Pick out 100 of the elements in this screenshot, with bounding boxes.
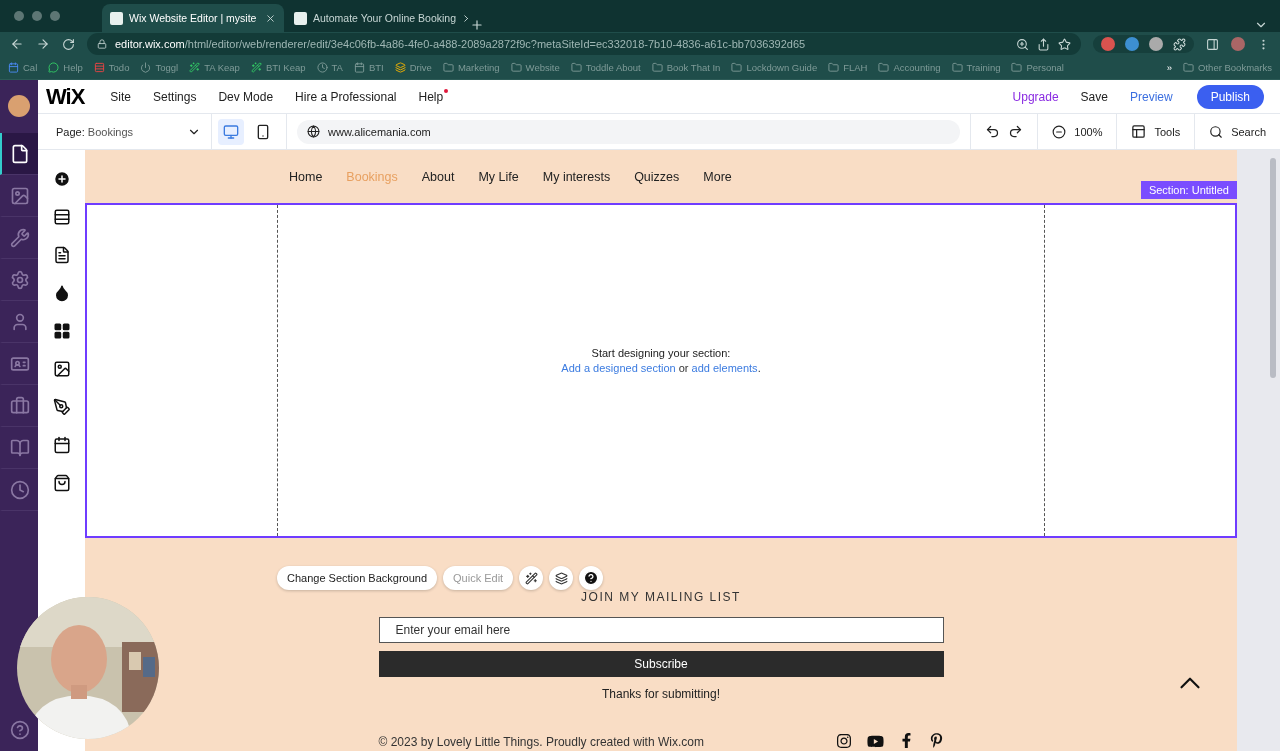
- more-bookmarks[interactable]: »: [1166, 62, 1173, 73]
- search-icon: [1209, 124, 1224, 139]
- bookmark[interactable]: Help: [48, 62, 83, 73]
- wix-logo: WiX: [46, 83, 85, 110]
- share-icon[interactable]: [1037, 37, 1050, 51]
- extension-icon[interactable]: [1125, 37, 1139, 51]
- bookmark[interactable]: Marketing: [442, 62, 500, 73]
- bookmark[interactable]: FLAH: [828, 62, 868, 73]
- bookmark[interactable]: Personal: [1011, 62, 1064, 73]
- publish-button[interactable]: Publish: [1196, 84, 1264, 109]
- browser-tab[interactable]: Automate Your Online Booking: [286, 4, 468, 32]
- zoom-button[interactable]: 100%: [1037, 114, 1117, 149]
- instagram-icon[interactable]: [835, 733, 852, 750]
- lock-icon: [97, 39, 107, 49]
- bookmark-icon: [394, 62, 406, 73]
- globe-icon: [307, 125, 320, 138]
- bookmark[interactable]: Other Bookmarks: [1183, 62, 1272, 73]
- new-tab-icon[interactable]: [470, 18, 484, 32]
- youtube-icon[interactable]: [866, 733, 884, 750]
- bookmark-label: Toggl: [155, 62, 179, 73]
- layers-icon[interactable]: [549, 566, 574, 590]
- bookmark-icon: [8, 62, 19, 73]
- change-background-button[interactable]: Change Section Background: [277, 566, 438, 590]
- bookmark[interactable]: Book That In: [651, 62, 721, 73]
- bookmark[interactable]: Cal: [8, 62, 38, 73]
- bag-icon[interactable]: [52, 474, 71, 492]
- folder-icon: [1183, 62, 1195, 73]
- save-button[interactable]: Save: [1080, 89, 1108, 104]
- pen-icon[interactable]: [52, 398, 71, 416]
- bookmark[interactable]: Training: [951, 62, 1001, 73]
- star-icon[interactable]: [1058, 37, 1071, 51]
- menu-item[interactable]: Help: [418, 89, 444, 104]
- desktop-icon[interactable]: [218, 118, 244, 145]
- empty-hint: Add a designed section or add elements.: [561, 362, 761, 374]
- image-icon[interactable]: [52, 360, 71, 378]
- nav-link[interactable]: Home: [289, 169, 323, 184]
- back-icon[interactable]: [10, 37, 24, 51]
- empty-title: Start designing your section:: [591, 347, 731, 359]
- add-icon[interactable]: [52, 170, 71, 188]
- email-field[interactable]: Enter your email here: [378, 617, 944, 643]
- zoom-icon[interactable]: [1016, 37, 1029, 51]
- bookmark-label: Todo: [108, 62, 130, 73]
- bookmark[interactable]: Toggl: [140, 62, 179, 73]
- nav-link[interactable]: More: [703, 169, 732, 184]
- subscribe-button[interactable]: Subscribe: [378, 651, 944, 677]
- favicon: [294, 11, 307, 25]
- nav-link[interactable]: My Life: [478, 169, 519, 184]
- bookmark-label: Training: [966, 62, 1001, 73]
- avatar[interactable]: [8, 95, 30, 117]
- bookmark[interactable]: Lockdown Guide: [731, 62, 818, 73]
- rows-icon[interactable]: [52, 208, 71, 226]
- empty-section[interactable]: Start designing your section: Add a designed section or add elements.: [85, 203, 1237, 538]
- pinterest-icon[interactable]: [928, 733, 944, 750]
- bookmark[interactable]: Todo: [93, 62, 130, 73]
- bookmark-label: Cal: [23, 62, 38, 73]
- nav-link[interactable]: Quizzes: [634, 169, 680, 184]
- bookmark[interactable]: Toddle About: [570, 62, 641, 73]
- bookmark[interactable]: TA: [316, 62, 343, 73]
- menu-item[interactable]: Site: [110, 89, 132, 104]
- folder-icon: [731, 62, 743, 73]
- menu-item[interactable]: Hire a Professional: [295, 89, 397, 104]
- bookmark[interactable]: BTI: [353, 62, 384, 73]
- forward-icon[interactable]: [36, 37, 50, 51]
- extension-icon[interactable]: [1101, 37, 1115, 51]
- add-elements-link[interactable]: add elements: [691, 362, 758, 374]
- bookmark[interactable]: Accounting: [878, 62, 941, 73]
- designed-section-link[interactable]: Add a designed section: [561, 362, 676, 374]
- menu-item[interactable]: Dev Mode: [218, 89, 274, 104]
- help-icon[interactable]: [579, 566, 604, 590]
- extension-icon[interactable]: [1149, 37, 1163, 51]
- nav-link[interactable]: My interests: [542, 169, 611, 184]
- page-icon[interactable]: [52, 246, 71, 264]
- bookmark-label: Website: [525, 62, 560, 73]
- preview-button[interactable]: Preview: [1129, 89, 1173, 104]
- calendar-icon[interactable]: [52, 436, 71, 454]
- menu-item[interactable]: Settings: [153, 89, 197, 104]
- bookmark[interactable]: BTI Keap: [250, 62, 306, 73]
- puzzle-icon[interactable]: [1173, 37, 1186, 51]
- page-icon[interactable]: [0, 133, 38, 175]
- bookmark[interactable]: Drive: [394, 62, 432, 73]
- search-button[interactable]: Search: [1194, 114, 1280, 149]
- redo-icon[interactable]: [1008, 124, 1024, 139]
- bookmark-icon: [189, 62, 201, 73]
- folder-icon: [828, 62, 840, 73]
- bookmark-label: FLAH: [843, 62, 868, 73]
- tools-button[interactable]: Tools: [1116, 114, 1195, 149]
- domain-field[interactable]: www.alicemania.com: [297, 119, 961, 144]
- browser-tab[interactable]: Wix Website Editor | mysite: [102, 4, 284, 32]
- nav-link[interactable]: About: [421, 169, 455, 184]
- upgrade-link[interactable]: Upgrade: [1012, 89, 1059, 104]
- copyright: © 2023 by Lovely Little Things. Proudly created with Wix.com: [378, 734, 704, 749]
- side-panel-icon[interactable]: [1206, 37, 1219, 51]
- reload-icon[interactable]: [62, 37, 75, 51]
- grid-icon[interactable]: [52, 322, 71, 340]
- bookmark[interactable]: Website: [510, 62, 560, 73]
- wand-icon[interactable]: [519, 566, 544, 590]
- page-dropdown[interactable]: Page: Bookings: [38, 114, 212, 149]
- bookmark[interactable]: TA Keap: [189, 62, 240, 73]
- undo-icon[interactable]: [985, 124, 1001, 139]
- address-bar[interactable]: editor.wix.com/html/editor/web/renderer/edit/3e4c06fb-4a86-4fe0-a488-2089a2872f9c?metaSiteId=ec332018-7b10-4836-a61c-bb7036392d65: [87, 33, 1081, 55]
